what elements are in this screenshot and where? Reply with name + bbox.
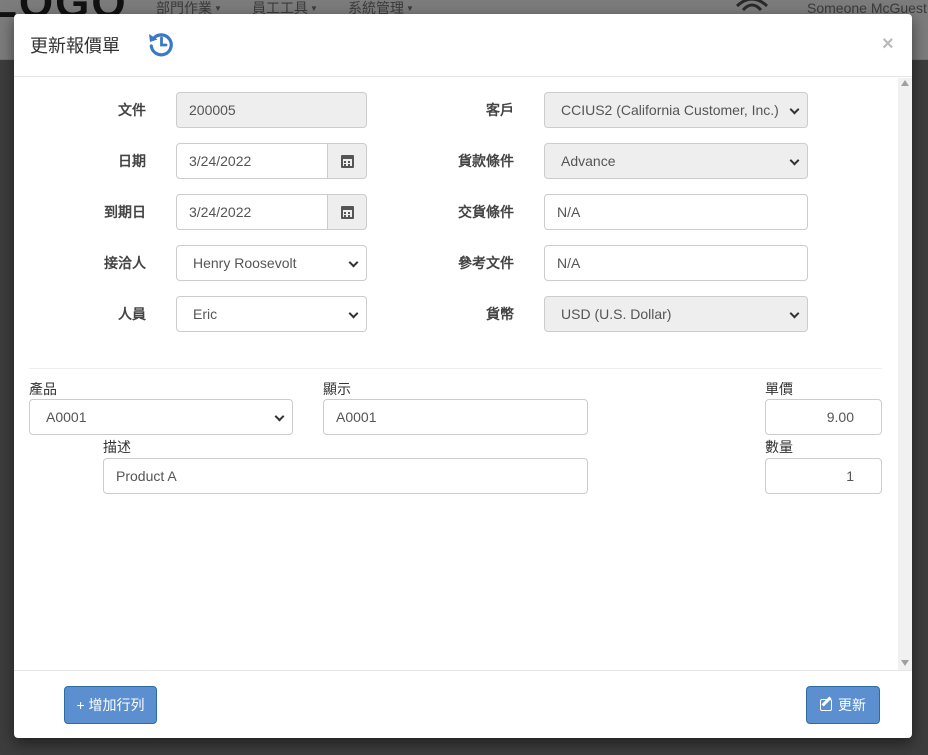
update-button-label: 更新 bbox=[838, 697, 866, 713]
edit-icon bbox=[820, 699, 832, 711]
chevron-down-icon bbox=[789, 308, 800, 319]
staff-select[interactable]: Eric bbox=[176, 296, 367, 332]
scrollbar[interactable] bbox=[898, 78, 912, 670]
due-date-label: 到期日 bbox=[104, 204, 146, 220]
document-label: 文件 bbox=[118, 102, 146, 118]
staff-label: 人員 bbox=[118, 306, 146, 322]
chevron-down-icon bbox=[348, 257, 359, 268]
payment-terms-select[interactable]: Advance bbox=[544, 143, 808, 179]
modal-footer: + 增加行列 更新 bbox=[14, 670, 912, 738]
update-button[interactable]: 更新 bbox=[806, 686, 880, 724]
quantity-input[interactable]: 1 bbox=[765, 458, 882, 494]
customer-label: 客戶 bbox=[486, 102, 514, 118]
unit-price-input[interactable]: 9.00 bbox=[765, 399, 882, 435]
staff-value: Eric bbox=[193, 306, 218, 322]
reference-label: 參考文件 bbox=[458, 255, 514, 271]
currency-value: USD (U.S. Dollar) bbox=[561, 306, 672, 322]
chevron-down-icon bbox=[789, 104, 800, 115]
product-label: 產品 bbox=[29, 381, 57, 397]
history-icon[interactable] bbox=[147, 30, 175, 58]
scroll-up-arrow-icon[interactable] bbox=[901, 80, 909, 86]
date-label: 日期 bbox=[118, 153, 146, 169]
modal-header: 更新報價單 × bbox=[14, 14, 912, 77]
unit-price-label: 單價 bbox=[765, 381, 793, 397]
delivery-terms-input[interactable]: N/A bbox=[544, 194, 808, 230]
calendar-icon bbox=[341, 155, 354, 168]
customer-select[interactable]: CCIUS2 (California Customer, Inc.) bbox=[544, 92, 808, 128]
due-date-input[interactable]: 3/24/2022 bbox=[176, 194, 328, 230]
description-input[interactable]: Product A bbox=[103, 458, 588, 494]
document-field: 200005 bbox=[176, 92, 367, 128]
chevron-down-icon bbox=[274, 411, 285, 422]
display-input[interactable]: A0001 bbox=[323, 399, 588, 435]
modal-title: 更新報價單 bbox=[30, 36, 120, 56]
payment-terms-value: Advance bbox=[561, 153, 616, 169]
divider bbox=[29, 368, 882, 369]
product-value: A0001 bbox=[46, 409, 87, 425]
close-button[interactable]: × bbox=[882, 32, 894, 56]
payment-terms-label: 貨款條件 bbox=[458, 153, 514, 169]
delivery-terms-label: 交貨條件 bbox=[458, 204, 514, 220]
due-date-calendar-button[interactable] bbox=[327, 194, 367, 230]
modal-body: 文件 200005 日期 3/24/2022 到期日 3/24/2022 接洽人… bbox=[14, 78, 912, 670]
contact-select[interactable]: Henry Roosevolt bbox=[176, 245, 367, 281]
customer-value: CCIUS2 (California Customer, Inc.) bbox=[561, 102, 779, 118]
calendar-icon bbox=[341, 206, 354, 219]
scroll-down-arrow-icon[interactable] bbox=[901, 660, 909, 666]
chevron-down-icon bbox=[789, 155, 800, 166]
chevron-down-icon bbox=[348, 308, 359, 319]
date-input[interactable]: 3/24/2022 bbox=[176, 143, 328, 179]
date-calendar-button[interactable] bbox=[327, 143, 367, 179]
description-label: 描述 bbox=[103, 439, 131, 455]
quantity-label: 數量 bbox=[765, 439, 793, 455]
display-label: 顯示 bbox=[323, 381, 351, 397]
reference-input[interactable]: N/A bbox=[544, 245, 808, 281]
contact-value: Henry Roosevolt bbox=[193, 255, 297, 271]
update-quote-modal: 更新報價單 × 文件 200005 日期 3/24/2022 到期日 3/24/… bbox=[14, 14, 912, 738]
currency-select[interactable]: USD (U.S. Dollar) bbox=[544, 296, 808, 332]
product-select[interactable]: A0001 bbox=[29, 399, 293, 435]
add-row-button[interactable]: + 增加行列 bbox=[64, 686, 157, 724]
contact-label: 接洽人 bbox=[104, 255, 146, 271]
currency-label: 貨幣 bbox=[486, 306, 514, 322]
